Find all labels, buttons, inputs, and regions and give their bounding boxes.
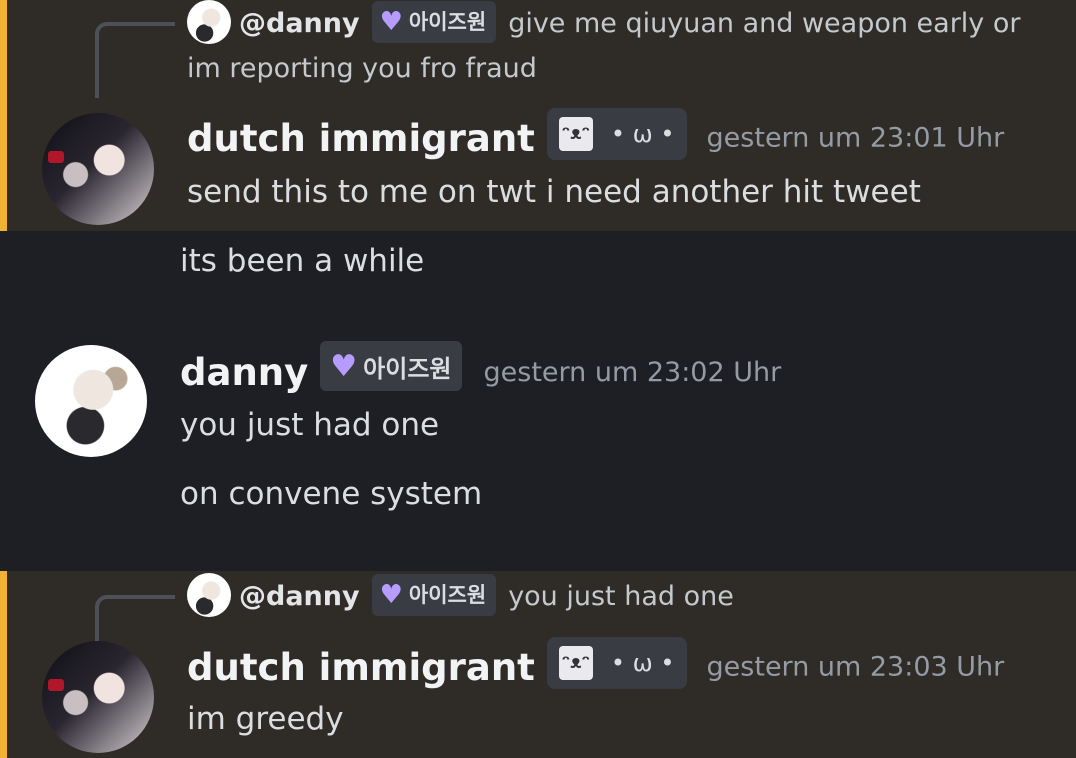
- pixel-cat-icon: ᵔᴥᵔ: [558, 646, 593, 680]
- message-header: danny ♥ 아이즈원 gestern um 23:02 Uhr: [180, 341, 782, 397]
- message-header: dutch immigrant ᵔᴥᵔ • ω • gestern um 23:01 …: [187, 108, 1005, 164]
- reply-mention[interactable]: @danny: [239, 8, 360, 39]
- reply-avatar[interactable]: [187, 572, 231, 617]
- reply-preview[interactable]: @danny ♥ 아이즈원 you just had one: [187, 572, 1036, 620]
- author-name[interactable]: danny: [180, 351, 308, 394]
- purple-heart-icon: ♥: [379, 6, 403, 37]
- purple-heart-icon: ♥: [379, 579, 403, 610]
- author-avatar[interactable]: [35, 345, 147, 457]
- author-tag: ᵔᴥᵔ • ω •: [546, 637, 687, 689]
- author-avatar[interactable]: [42, 641, 154, 753]
- pixel-cat-icon: ᵔᴥᵔ: [558, 117, 593, 151]
- message-group-1[interactable]: @danny ♥ 아이즈원 give me qiuyuan and weapon ea…: [0, 0, 1076, 231]
- author-name[interactable]: dutch immigrant: [187, 117, 535, 160]
- role-tag: ♥ 아이즈원: [320, 341, 462, 391]
- author-tag: ᵔᴥᵔ • ω •: [546, 108, 687, 160]
- role-tag-label: 아이즈원: [408, 582, 487, 607]
- message-text: you just had one: [180, 407, 440, 443]
- reply-preview[interactable]: @danny ♥ 아이즈원 give me qiuyuan and weapon ea…: [187, 0, 1036, 91]
- author-name[interactable]: dutch immigrant: [187, 646, 535, 689]
- message-text: send this to me on twt i need another hi…: [187, 174, 921, 210]
- reply-mention[interactable]: @danny: [239, 581, 360, 612]
- chat-log: @danny ♥ 아이즈원 give me qiuyuan and weapon ea…: [0, 0, 1076, 758]
- purple-heart-icon: ♥: [330, 348, 358, 384]
- author-tag-label: • ω •: [610, 120, 675, 148]
- role-tag-label: 아이즈원: [363, 354, 452, 383]
- reply-text[interactable]: you just had one: [508, 581, 734, 612]
- role-tag: ♥ 아이즈원: [371, 573, 497, 616]
- message-text: im greedy: [187, 701, 344, 737]
- message-header: dutch immigrant ᵔᴥᵔ • ω • gestern um 23:03 …: [187, 637, 1005, 693]
- timestamp[interactable]: gestern um 23:01 Uhr: [707, 123, 1005, 154]
- timestamp[interactable]: gestern um 23:03 Uhr: [707, 652, 1005, 683]
- message-text: its been a while: [180, 243, 425, 279]
- role-tag: ♥ 아이즈원: [371, 0, 497, 43]
- role-tag-label: 아이즈원: [408, 9, 487, 34]
- message-text: on convene system: [180, 476, 483, 512]
- message-group-3[interactable]: danny ♥ 아이즈원 gestern um 23:02 Uhr you just …: [0, 321, 1076, 571]
- reply-spine: [95, 22, 175, 98]
- reply-avatar[interactable]: [187, 0, 231, 44]
- author-tag-label: • ω •: [610, 649, 675, 677]
- author-avatar[interactable]: [42, 113, 154, 225]
- message-group-4[interactable]: @danny ♥ 아이즈원 you just had one dutch immigr…: [0, 571, 1076, 758]
- message-group-2[interactable]: its been a while: [0, 231, 1076, 321]
- timestamp[interactable]: gestern um 23:02 Uhr: [484, 357, 782, 388]
